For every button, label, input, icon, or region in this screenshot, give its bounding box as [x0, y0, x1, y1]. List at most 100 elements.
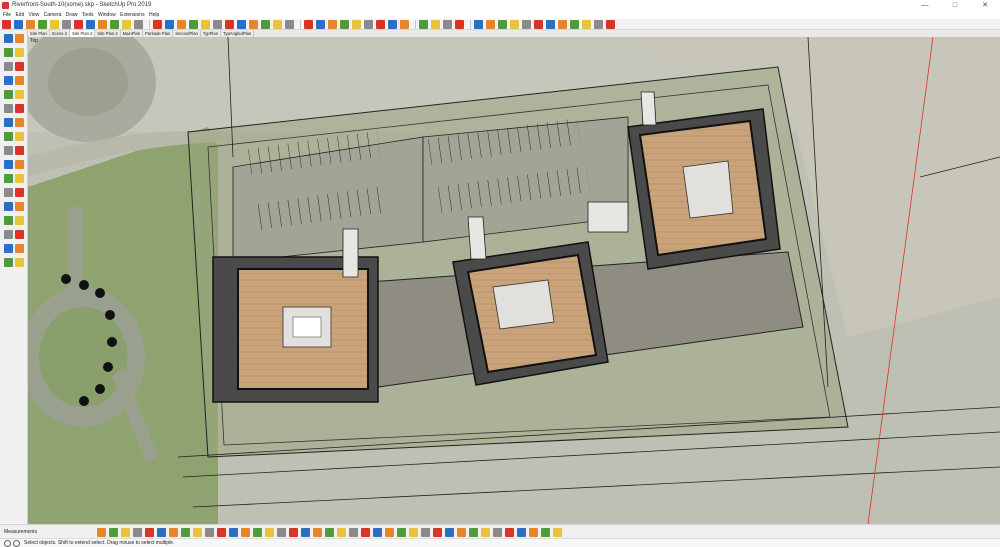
geo-icon[interactable]: [493, 527, 502, 537]
move-arrows-icon[interactable]: [4, 132, 13, 141]
move-icon[interactable]: [2, 19, 11, 29]
component-shape-icon[interactable]: [15, 34, 24, 43]
offset-icon[interactable]: [15, 160, 24, 169]
pushpull-icon[interactable]: [15, 132, 24, 141]
add-detail-icon[interactable]: [313, 527, 322, 537]
grid-icon[interactable]: [153, 19, 162, 29]
text-icon[interactable]: [522, 19, 531, 29]
menu-extensions[interactable]: Extensions: [120, 11, 144, 19]
sphere-icon[interactable]: [498, 19, 507, 29]
circle-icon[interactable]: [189, 19, 198, 29]
tape-measure-icon[interactable]: [4, 174, 13, 183]
pencil-line-icon[interactable]: [4, 62, 13, 71]
select-arrow-icon[interactable]: [4, 34, 13, 43]
circle-icon[interactable]: [4, 90, 13, 99]
camera-icon[interactable]: [304, 19, 313, 29]
rotated-rect-icon[interactable]: [15, 76, 24, 85]
house-icon[interactable]: [352, 19, 361, 29]
right-view-icon[interactable]: [376, 19, 385, 29]
undo-icon[interactable]: [50, 19, 59, 29]
arc-icon[interactable]: [4, 104, 13, 113]
wireframe-icon[interactable]: [205, 527, 214, 537]
globe-icon[interactable]: [582, 19, 591, 29]
3d-text-icon[interactable]: [15, 202, 24, 211]
offset-icon[interactable]: [38, 19, 47, 29]
sandbox-icon[interactable]: [265, 527, 274, 537]
close-button[interactable]: ✕: [970, 0, 1000, 11]
flip-icon[interactable]: [74, 19, 83, 29]
zoom-icon[interactable]: [98, 19, 107, 29]
tape-icon[interactable]: [134, 19, 143, 29]
tab-site-plan-2[interactable]: Site Plan 2: [70, 30, 96, 37]
look-icon[interactable]: [340, 19, 349, 29]
geo-location-icon[interactable]: [4, 540, 11, 547]
polygon-icon[interactable]: [201, 19, 210, 29]
polygon-icon[interactable]: [15, 90, 24, 99]
shaded-icon[interactable]: [229, 527, 238, 537]
maximize-button[interactable]: □: [940, 0, 970, 11]
terrain-icon[interactable]: [505, 527, 514, 537]
match-photo-icon[interactable]: [373, 527, 382, 537]
outliner-icon[interactable]: [397, 527, 406, 537]
render-icon[interactable]: [553, 527, 562, 537]
orbit-icon[interactable]: [97, 527, 106, 537]
menu-view[interactable]: View: [28, 11, 39, 19]
freehand-icon[interactable]: [15, 62, 24, 71]
materials-icon[interactable]: [421, 527, 430, 537]
smoove-icon[interactable]: [277, 527, 286, 537]
position-camera-icon[interactable]: [4, 258, 13, 267]
protractor-icon[interactable]: [4, 188, 13, 197]
hidden-line-icon[interactable]: [217, 527, 226, 537]
pencil-icon[interactable]: [285, 19, 294, 29]
xray-icon[interactable]: [193, 527, 202, 537]
two-point-arc-icon[interactable]: [15, 104, 24, 113]
menu-camera[interactable]: Camera: [44, 11, 62, 19]
back-view-icon[interactable]: [388, 19, 397, 29]
eraser-icon[interactable]: [273, 19, 282, 29]
text-tag-icon[interactable]: [15, 174, 24, 183]
soften-icon[interactable]: [385, 527, 394, 537]
position-camera-icon[interactable]: [316, 19, 325, 29]
display-section-icon[interactable]: [181, 527, 190, 537]
tab-site-plan[interactable]: Site Plan: [28, 30, 50, 37]
arc-icon[interactable]: [213, 19, 222, 29]
monochrome-icon[interactable]: [253, 527, 262, 537]
menu-tools[interactable]: Tools: [82, 11, 94, 19]
zoom-extents-icon[interactable]: [110, 19, 119, 29]
layers-icon[interactable]: [177, 19, 186, 29]
zoom-window-icon[interactable]: [121, 527, 130, 537]
paint-bucket-icon[interactable]: [443, 19, 452, 29]
zoom-window-icon[interactable]: [15, 230, 24, 239]
eraser-tool-icon[interactable]: [455, 19, 464, 29]
redo-icon[interactable]: [62, 19, 71, 29]
box-icon[interactable]: [474, 19, 483, 29]
leaf-icon[interactable]: [541, 527, 550, 537]
section-plane-icon[interactable]: [169, 527, 178, 537]
pan-icon[interactable]: [109, 527, 118, 537]
pan-hand-icon[interactable]: [15, 216, 24, 225]
walk-icon[interactable]: [15, 258, 24, 267]
pushpull-icon[interactable]: [237, 19, 246, 29]
zoom-icon[interactable]: [4, 230, 13, 239]
photo-icon[interactable]: [517, 527, 526, 537]
paint-bucket-icon[interactable]: [4, 48, 13, 57]
walk-through-icon[interactable]: [145, 527, 154, 537]
sun-icon[interactable]: [529, 527, 538, 537]
walk-icon[interactable]: [328, 19, 337, 29]
menu-help[interactable]: Help: [149, 11, 159, 19]
menu-file[interactable]: File: [3, 11, 11, 19]
flip-edge-icon[interactable]: [325, 527, 334, 537]
minimize-button[interactable]: —: [910, 0, 940, 11]
dimension-icon[interactable]: [534, 19, 543, 29]
tab-scene-2[interactable]: Scene 2: [50, 30, 71, 37]
tab-mainplan[interactable]: MainPlan: [121, 30, 144, 37]
styles-icon[interactable]: [337, 527, 346, 537]
shadows-icon[interactable]: [349, 527, 358, 537]
fog-icon[interactable]: [361, 527, 370, 537]
components-icon[interactable]: [433, 527, 442, 537]
rectangle-icon[interactable]: [225, 19, 234, 29]
axes-icon[interactable]: [15, 188, 24, 197]
textured-icon[interactable]: [241, 527, 250, 537]
entity-info-icon[interactable]: [409, 527, 418, 537]
axes-icon[interactable]: [558, 19, 567, 29]
